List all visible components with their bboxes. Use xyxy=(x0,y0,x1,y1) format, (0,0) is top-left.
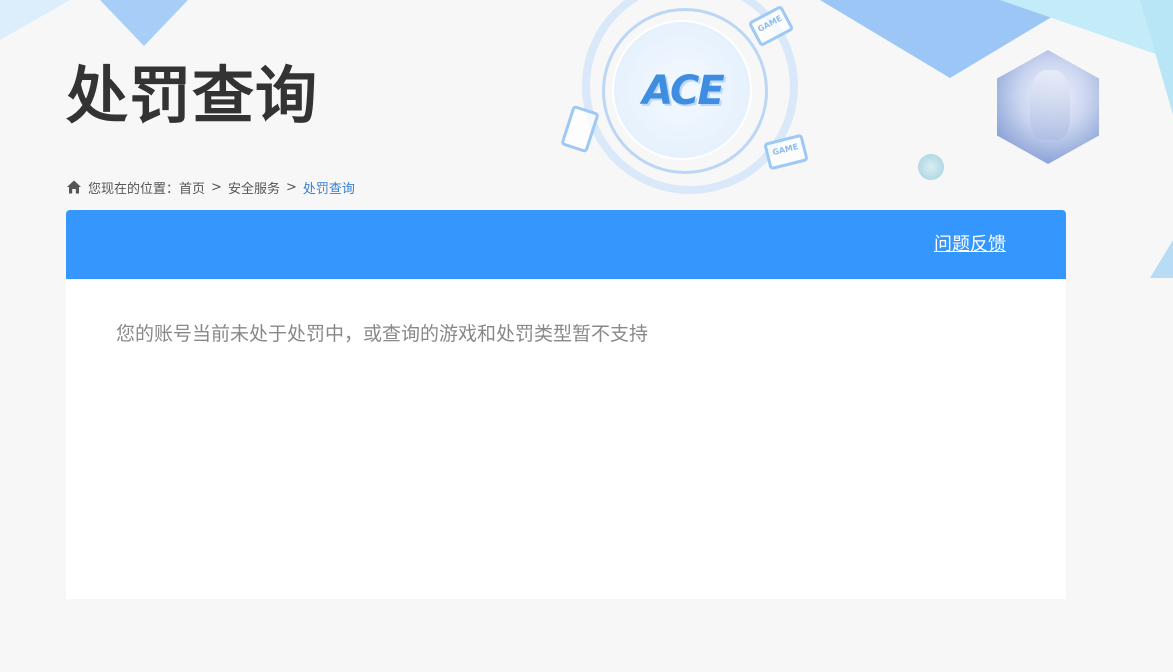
breadcrumb-separator: > xyxy=(211,179,222,195)
decor-triangle xyxy=(820,0,1080,78)
game-monitor-icon: GAME xyxy=(763,133,809,171)
breadcrumb-separator: > xyxy=(285,179,297,195)
character-portrait-hexagon xyxy=(997,50,1099,164)
result-panel: 问题反馈 您的账号当前未处于处罚中，或查询的游戏和处罚类型暂不支持 xyxy=(66,210,1066,599)
ace-logo-emblem: ACE GAME GAME xyxy=(560,0,810,210)
logo-inner-circle xyxy=(612,20,752,160)
page-title: 处罚查询 xyxy=(66,59,319,132)
breadcrumb-security-link[interactable]: 安全服务 xyxy=(228,178,280,197)
decor-triangle xyxy=(100,0,188,46)
status-message: 您的账号当前未处于处罚中，或查询的游戏和处罚类型暂不支持 xyxy=(116,323,649,345)
panel-body: 您的账号当前未处于处罚中，或查询的游戏和处罚类型暂不支持 xyxy=(66,279,1066,389)
feedback-link[interactable]: 问题反馈 xyxy=(934,232,1006,258)
ace-logo-text: ACE xyxy=(642,68,724,114)
logo-outer-ring xyxy=(582,0,798,194)
decor-triangle xyxy=(1150,240,1173,278)
panel-header: 问题反馈 xyxy=(66,210,1066,279)
breadcrumb-current: 处罚查询 xyxy=(302,181,355,197)
breadcrumb-prefix: 您现在的位置： xyxy=(88,181,180,197)
character-figure xyxy=(1030,70,1070,140)
game-device-icon: GAME xyxy=(747,4,795,48)
decor-triangle xyxy=(0,0,70,40)
decor-triangle xyxy=(1000,0,1173,60)
breadcrumb: 您现在的位置： 首页 > 安全服务 > 处罚查询 xyxy=(66,177,355,197)
breadcrumb-home-link[interactable]: 首页 xyxy=(179,178,205,197)
decor-orb xyxy=(918,154,944,180)
home-icon xyxy=(66,179,82,195)
logo-middle-ring xyxy=(602,8,768,174)
game-phone-icon xyxy=(560,104,600,154)
decor-triangle xyxy=(1140,0,1173,115)
